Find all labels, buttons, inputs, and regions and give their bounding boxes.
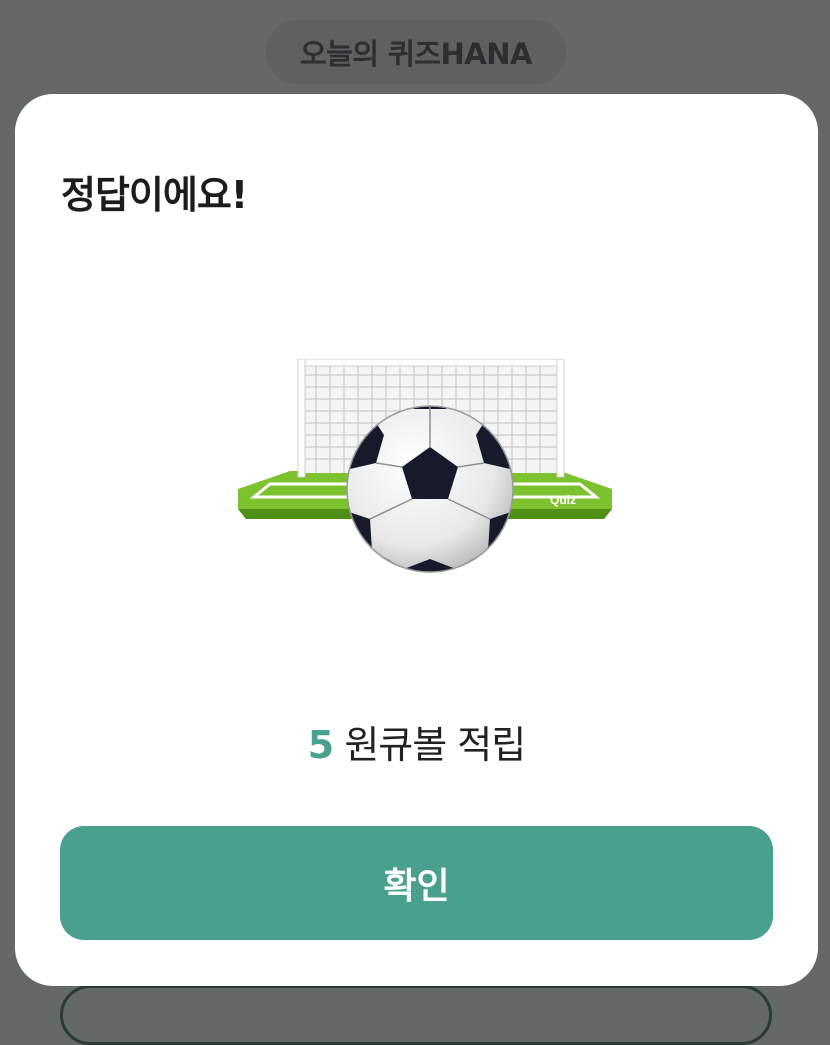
reward-message: 5 원큐볼 적립 <box>15 714 818 769</box>
underlying-button-outline <box>60 985 772 1045</box>
reward-amount: 5 <box>307 723 334 767</box>
modal-title: 정답이에요! <box>61 173 248 217</box>
confirm-button[interactable]: 확인 <box>60 826 773 940</box>
result-modal: 정답이에요! Quiz 5 원큐볼 적립 확인 <box>15 94 818 986</box>
reward-text: 원큐볼 적립 <box>344 723 526 767</box>
soccer-goal-ball-icon: Quiz <box>238 359 612 573</box>
header-title-text: 오늘의 퀴즈HANA <box>300 37 532 71</box>
quiz-badge: Quiz <box>550 493 576 507</box>
page-header-title: 오늘의 퀴즈HANA <box>266 20 566 84</box>
